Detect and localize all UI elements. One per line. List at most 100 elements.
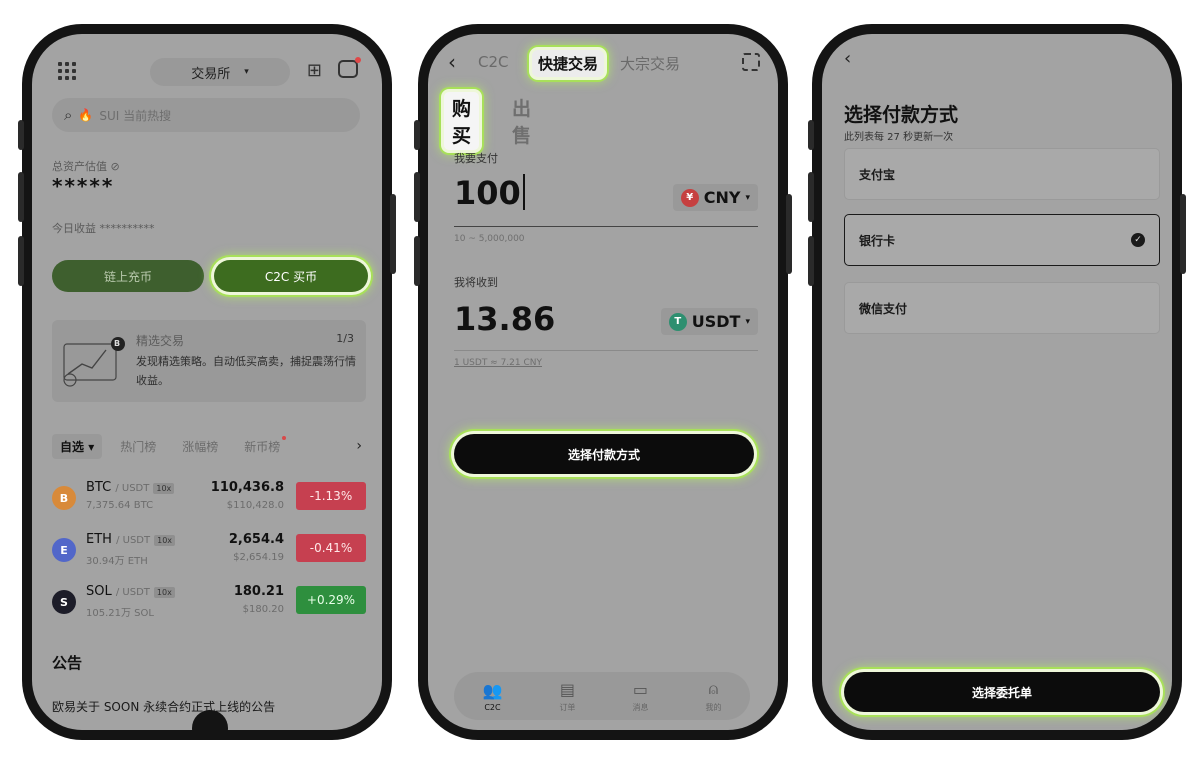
nav-messages[interactable]: ▭ 消息: [632, 680, 648, 713]
profile-icon: ⍝: [708, 679, 719, 698]
sol-icon: S: [52, 590, 76, 614]
receive-currency-label: USDT: [691, 312, 741, 331]
coin-volume: 105.21万 SOL: [86, 608, 154, 619]
coin-usd-price: $180.20: [242, 604, 284, 615]
pay-currency-select[interactable]: ¥ CNY ▾: [672, 184, 758, 211]
message-icon: ▭: [632, 679, 649, 699]
change-badge: +0.29%: [296, 586, 366, 614]
announcement-heading: 公告: [52, 654, 83, 672]
select-payment-button[interactable]: 选择付款方式: [454, 434, 754, 474]
search-bar[interactable]: ⌕ 🔥 SUI 当前热搜: [52, 98, 360, 132]
search-icon: ⌕: [64, 106, 73, 124]
side-button: [18, 120, 24, 150]
featured-trade-card[interactable]: B 精选交易 1/3 发现精选策略。自动低买高卖，捕捉震荡行情收益。: [52, 320, 366, 402]
btc-icon: B: [52, 486, 76, 510]
today-earnings: 今日收益 **********: [52, 222, 155, 235]
nav-mine[interactable]: ⍝ 我的: [705, 679, 721, 713]
tab-quick-trade[interactable]: 快捷交易: [532, 50, 605, 77]
table-row[interactable]: S SOL / USDT 10x 105.21万 SOL 180.21 $180.…: [52, 580, 366, 624]
receive-label: 我将收到: [454, 276, 498, 289]
screen-quick-trade: ‹ C2C 快捷交易 大宗交易 购买 出售 我要支付 100 ¥ CNY ▾ 1…: [428, 34, 778, 730]
receive-currency-select[interactable]: T USDT ▾: [660, 308, 758, 335]
screen-payment-method: ‹ 选择付款方式 此列表每 27 秒更新一次 支付宝 银行卡 ✓ 微信支付 选择…: [822, 34, 1172, 730]
divider: [454, 350, 758, 351]
pay-amount-input[interactable]: 100: [454, 174, 525, 212]
side-button: [18, 236, 24, 286]
check-icon: ✓: [1131, 233, 1145, 247]
side-button: [18, 172, 24, 222]
search-placeholder: SUI 当前热搜: [99, 108, 172, 123]
phone-frame-1: 交易所 ▾ ⊞ ⌕ 🔥 SUI 当前热搜 总资产估值 ⊘ ***** 今日收益 …: [18, 24, 396, 740]
chevron-down-icon: ▾: [745, 192, 750, 203]
side-button: [414, 120, 420, 150]
select-order-button[interactable]: 选择委托单: [844, 672, 1160, 712]
tab-new[interactable]: 新币榜: [244, 435, 287, 455]
change-badge: -0.41%: [296, 534, 366, 562]
option-label: 微信支付: [859, 301, 908, 316]
apps-grid-icon[interactable]: [58, 62, 76, 80]
gift-icon[interactable]: ⊞: [307, 60, 322, 81]
tab-bulk-trade[interactable]: 大宗交易: [614, 50, 686, 77]
announcement-item[interactable]: 欧易关于 SOON 永续合约正式上线的公告: [52, 698, 275, 715]
tab-gainers[interactable]: 涨幅榜: [182, 438, 218, 455]
range-hint: 10 ~ 5,000,000: [454, 234, 525, 244]
payment-option-bank[interactable]: 银行卡 ✓: [844, 214, 1160, 266]
c2c-buy-button[interactable]: C2C 买币: [214, 260, 368, 292]
side-button: [808, 172, 814, 222]
chevron-right-icon[interactable]: ›: [356, 438, 362, 454]
eye-off-icon[interactable]: ⊘: [111, 160, 120, 173]
coin-pair: ETH / USDT 10x: [86, 532, 176, 547]
table-row[interactable]: B BTC / USDT 10x 7,375.64 BTC 110,436.8 $…: [52, 476, 366, 520]
page-title: 选择付款方式: [844, 104, 959, 126]
coin-volume: 30.94万 ETH: [86, 556, 148, 567]
refresh-note: 此列表每 27 秒更新一次: [844, 132, 954, 143]
coin-price: 180.21: [233, 584, 284, 599]
phone-frame-3: ‹ 选择付款方式 此列表每 27 秒更新一次 支付宝 银行卡 ✓ 微信支付 选择…: [808, 24, 1186, 740]
side-button: [414, 172, 420, 222]
pay-currency-label: CNY: [703, 188, 741, 207]
side-button: [808, 120, 814, 150]
side-button: [808, 236, 814, 286]
orders-icon: ▤: [559, 679, 575, 699]
payment-option-wechat[interactable]: 微信支付: [844, 282, 1160, 334]
tab-c2c[interactable]: C2C: [472, 50, 515, 74]
eth-icon: E: [52, 538, 76, 562]
total-asset-value: *****: [52, 174, 115, 198]
onchain-deposit-button[interactable]: 链上充币: [52, 260, 204, 292]
coin-pair: BTC / USDT 10x: [86, 480, 175, 495]
message-icon[interactable]: [338, 57, 361, 78]
users-icon: 👥: [482, 680, 503, 700]
coin-volume: 7,375.64 BTC: [86, 500, 154, 511]
coin-pair: SOL / USDT 10x: [86, 584, 175, 599]
option-label: 银行卡: [859, 233, 896, 248]
top-bar: 交易所 ▾ ⊞: [52, 56, 362, 88]
option-label: 支付宝: [859, 167, 896, 182]
table-row[interactable]: E ETH / USDT 10x 30.94万 ETH 2,654.4 $2,65…: [52, 528, 366, 572]
chevron-down-icon: ▾: [745, 316, 750, 327]
coin-price: 2,654.4: [228, 532, 284, 547]
coin-usd-price: $2,654.19: [233, 552, 284, 563]
tab-hot[interactable]: 热门榜: [120, 438, 156, 455]
back-arrow-icon[interactable]: ‹: [448, 50, 456, 74]
tab-sell[interactable]: 出售: [512, 94, 531, 148]
coin-usd-price: $110,428.0: [226, 500, 284, 511]
back-arrow-icon[interactable]: ‹: [844, 48, 851, 69]
exchange-rate[interactable]: 1 USDT ≈ 7.21 CNY: [454, 358, 542, 368]
market-tabs: 自选 ▾ 热门榜 涨幅榜 新币榜 ›: [52, 432, 366, 460]
nav-c2c[interactable]: 👥 C2C: [483, 681, 503, 712]
tab-watchlist[interactable]: 自选 ▾: [52, 433, 103, 459]
cny-icon: ¥: [680, 188, 699, 207]
nav-orders[interactable]: ▤ 订单: [559, 680, 575, 713]
scan-icon[interactable]: [742, 53, 760, 71]
side-button: [414, 236, 420, 286]
side-button: [390, 194, 396, 274]
tab-buy[interactable]: 购买: [444, 92, 480, 150]
exchange-switch[interactable]: 交易所 ▾: [150, 58, 290, 86]
usdt-icon: T: [668, 312, 687, 331]
card-description: 发现精选策略。自动低买高卖，捕捉震荡行情收益。: [136, 355, 356, 387]
card-page-indicator: 1/3: [336, 332, 354, 345]
side-button: [1180, 194, 1186, 274]
payment-option-alipay[interactable]: 支付宝: [844, 148, 1160, 200]
coin-price: 110,436.8: [210, 480, 284, 495]
chevron-down-icon: ▾: [244, 67, 249, 77]
